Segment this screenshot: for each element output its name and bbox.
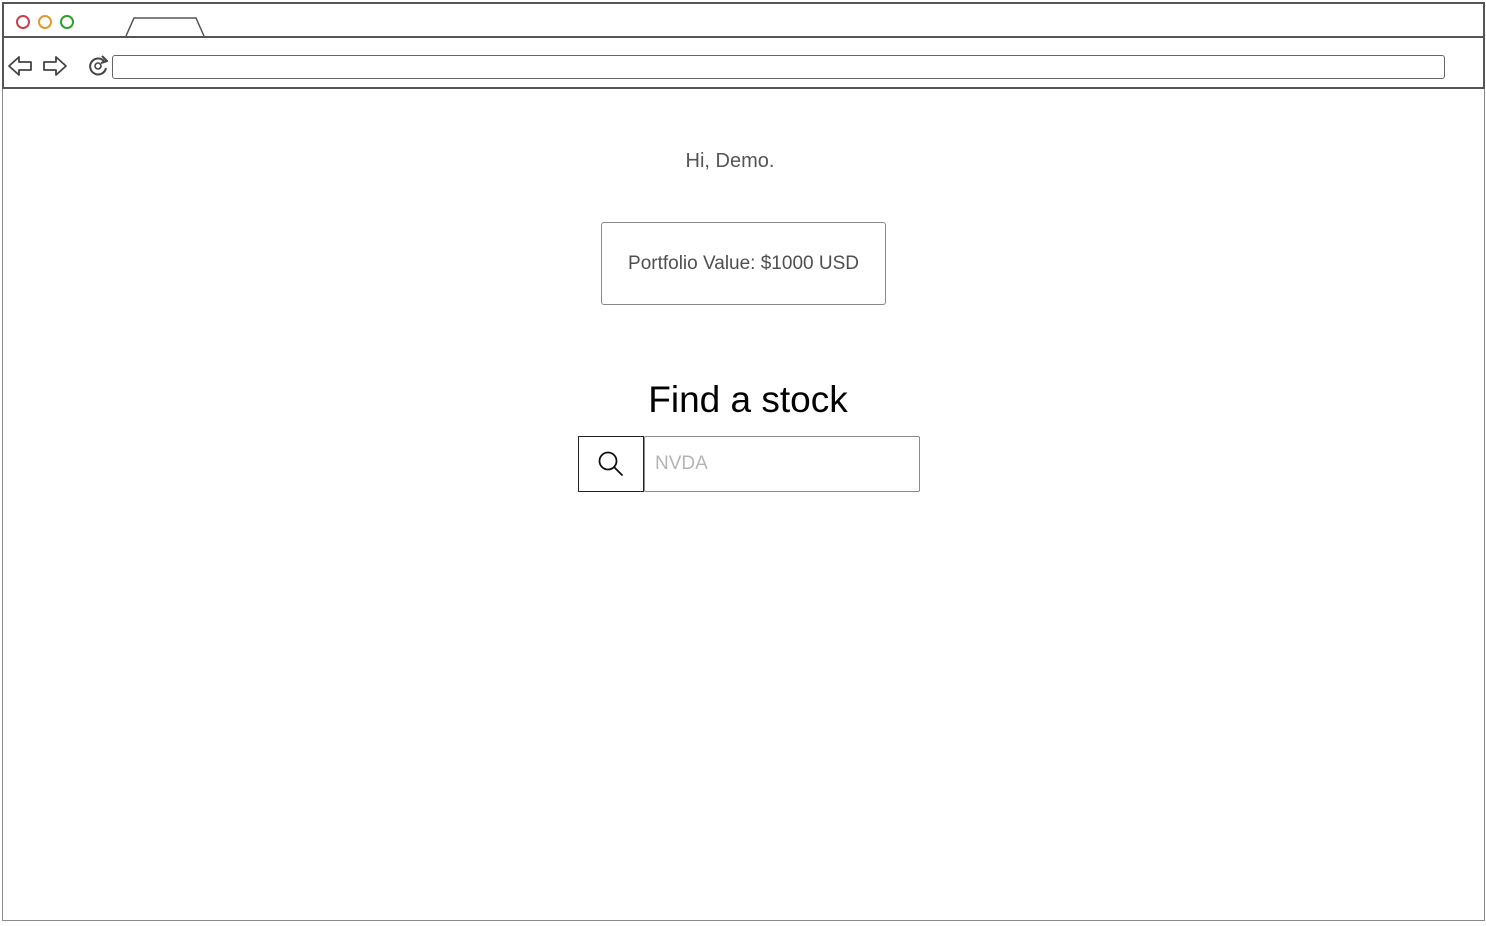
forward-arrow-icon[interactable] bbox=[40, 52, 68, 80]
reload-icon[interactable] bbox=[84, 52, 112, 80]
portfolio-value-text: Portfolio Value: $1000 USD bbox=[628, 252, 859, 274]
stock-search-input[interactable] bbox=[644, 436, 920, 492]
minimize-window-button[interactable] bbox=[38, 15, 52, 29]
greeting-text: Hi, Demo. bbox=[685, 150, 775, 172]
portfolio-value-card: Portfolio Value: $1000 USD bbox=[601, 222, 886, 305]
search-icon bbox=[598, 451, 623, 476]
find-stock-heading: Find a stock bbox=[648, 379, 848, 420]
stock-search-button[interactable] bbox=[578, 436, 644, 492]
maximize-window-button[interactable] bbox=[60, 15, 74, 29]
close-window-button[interactable] bbox=[16, 15, 30, 29]
browser-titlebar bbox=[2, 2, 1485, 38]
back-arrow-icon[interactable] bbox=[7, 52, 35, 80]
browser-tab[interactable] bbox=[124, 16, 206, 36]
address-bar[interactable] bbox=[112, 55, 1445, 79]
